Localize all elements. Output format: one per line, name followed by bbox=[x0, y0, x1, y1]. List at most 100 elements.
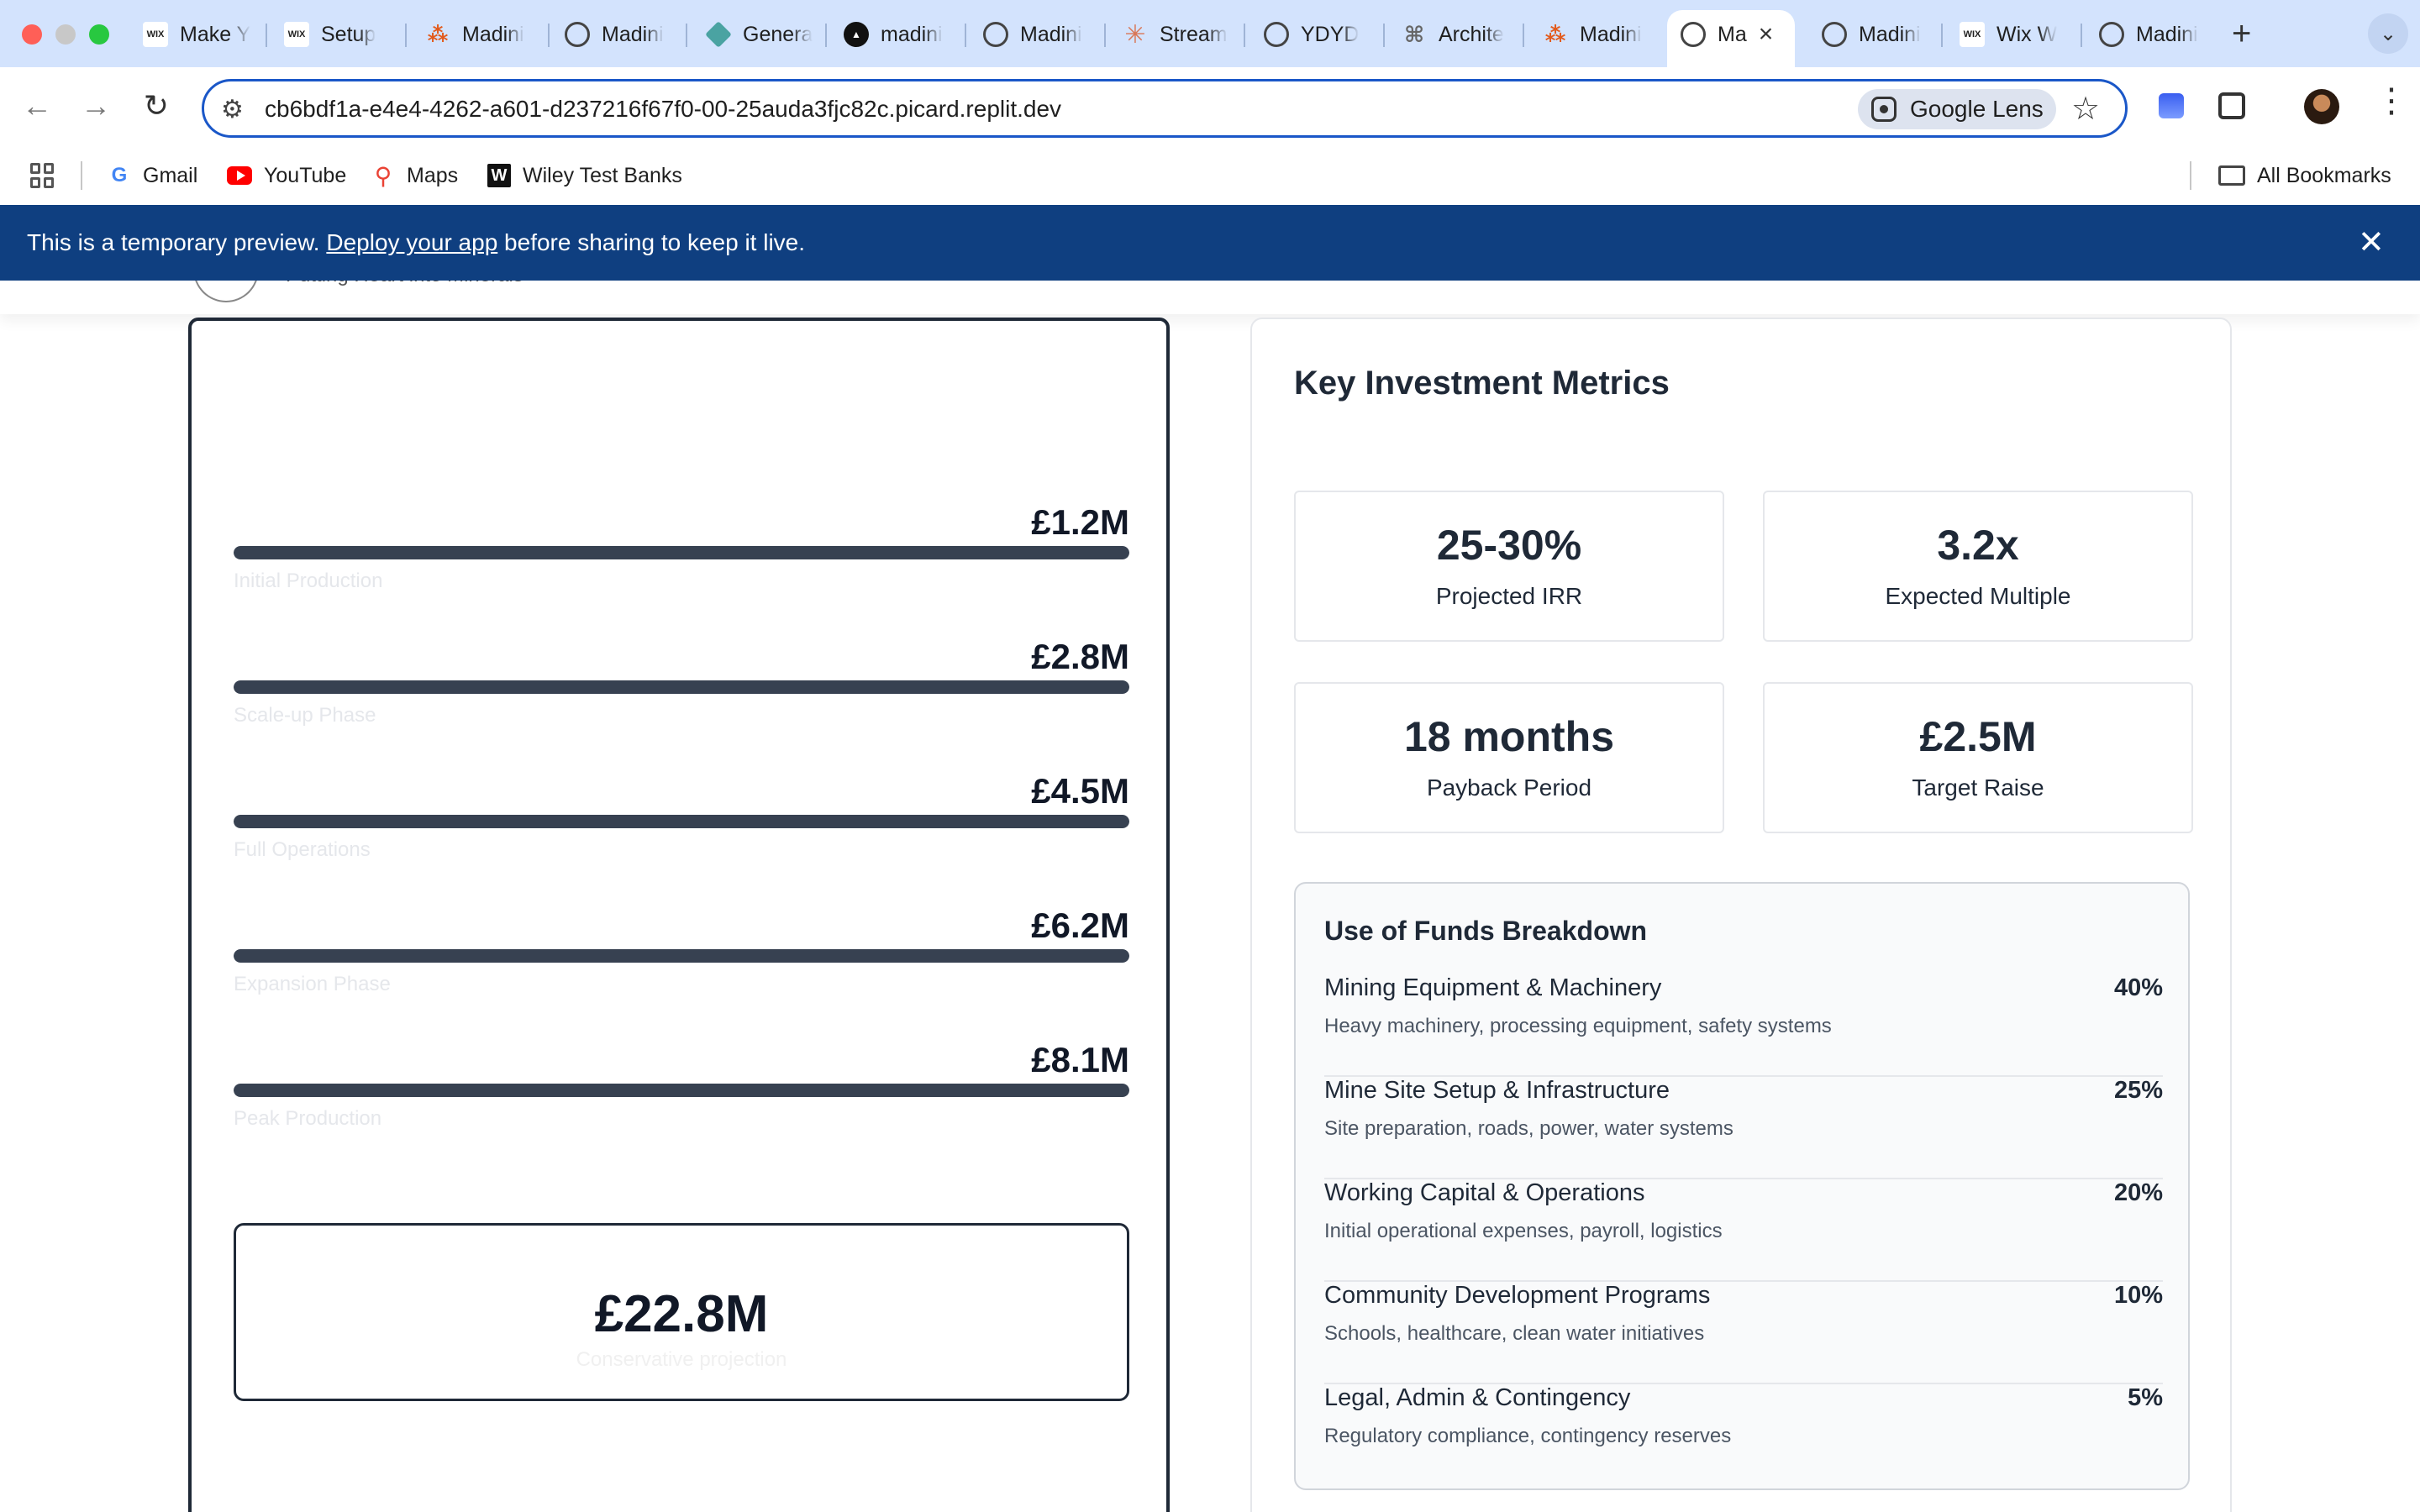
bookmark-divider bbox=[81, 161, 82, 190]
bookmark-maps[interactable]: ⚲ Maps bbox=[371, 160, 458, 192]
fund-percent: 25% bbox=[2113, 1077, 2163, 1104]
fund-percent: 10% bbox=[2113, 1282, 2163, 1309]
profile-avatar[interactable] bbox=[2304, 89, 2339, 124]
tab-search-chevron-icon[interactable]: ⌄ bbox=[2368, 13, 2408, 54]
bookmark-wiley[interactable]: W Wiley Test Banks bbox=[487, 160, 682, 192]
fund-description: Site preparation, roads, power, water sy… bbox=[1324, 1117, 1733, 1140]
tab-close-icon[interactable]: × bbox=[1759, 20, 1774, 49]
window-minimize-button[interactable] bbox=[55, 24, 76, 45]
projection-row: £2.8M Scale-up Phase bbox=[234, 637, 1129, 763]
tab-12[interactable]: Madini bbox=[1813, 15, 1939, 54]
deploy-link[interactable]: Deploy your app bbox=[326, 229, 497, 255]
globe-icon bbox=[1264, 22, 1289, 47]
fund-description: Initial operational expenses, payroll, l… bbox=[1324, 1220, 1723, 1242]
tab-1[interactable]: WIX Setup bbox=[276, 15, 402, 54]
reload-icon[interactable]: ↻ bbox=[138, 87, 175, 124]
wix-icon: WIX bbox=[284, 22, 309, 47]
extensions-puzzle-icon[interactable] bbox=[2213, 87, 2250, 124]
bookmark-label: Gmail bbox=[143, 163, 198, 187]
fund-percent: 40% bbox=[2113, 974, 2163, 1001]
metric-value: 3.2x bbox=[1937, 522, 2019, 569]
url-text[interactable]: cb6bdf1a-e4e4-4262-a601-d237216f67f0-00-… bbox=[265, 96, 1061, 123]
preview-banner: This is a temporary preview. Deploy your… bbox=[0, 205, 2420, 281]
tab-separator bbox=[1104, 24, 1106, 47]
forward-arrow-icon[interactable]: → bbox=[77, 87, 114, 124]
all-bookmarks[interactable]: All Bookmarks bbox=[2218, 160, 2391, 192]
projection-bar-fill bbox=[234, 815, 1129, 828]
tab-11-active[interactable]: Ma × bbox=[1672, 15, 1793, 54]
total-projection-box: £22.8M Conservative projection bbox=[234, 1223, 1129, 1401]
lens-camera-icon bbox=[1871, 97, 1897, 122]
fund-item: Community Development Programs 10% Schoo… bbox=[1324, 1282, 2163, 1384]
metric-tile: 3.2x Expected Multiple bbox=[1763, 491, 2193, 642]
fund-name: Legal, Admin & Contingency bbox=[1324, 1384, 1631, 1411]
tab-label: Setup bbox=[321, 22, 376, 46]
tab-0[interactable]: WIX Make Y bbox=[134, 15, 260, 54]
google-icon: G bbox=[111, 164, 128, 186]
fund-percent: 5% bbox=[2128, 1384, 2163, 1411]
bookmark-gmail[interactable]: G Gmail bbox=[108, 160, 198, 192]
tab-label: Stream bbox=[1160, 22, 1228, 46]
metric-value: 25-30% bbox=[1436, 522, 1582, 569]
tab-label: Genera bbox=[743, 22, 813, 46]
new-tab-button[interactable]: + bbox=[2232, 15, 2251, 53]
tab-3[interactable]: Madini bbox=[556, 15, 682, 54]
google-lens-button[interactable]: Google Lens bbox=[1858, 89, 2056, 129]
fund-name: Mining Equipment & Machinery bbox=[1324, 974, 1662, 1001]
tab-label: Madini bbox=[462, 22, 524, 46]
tab-9[interactable]: ⌘ Archite bbox=[1393, 15, 1521, 54]
browser-menu-icon[interactable]: ⋮ bbox=[2375, 84, 2408, 118]
metric-label: Target Raise bbox=[1912, 774, 2044, 801]
tab-13[interactable]: WIX Wix W bbox=[1951, 15, 2079, 54]
tab-8[interactable]: YDYD bbox=[1255, 15, 1381, 54]
fund-item: Mining Equipment & Machinery 40% Heavy m… bbox=[1324, 974, 2163, 1077]
bookmark-youtube[interactable]: YouTube bbox=[227, 160, 346, 192]
lens-label: Google Lens bbox=[1910, 96, 2044, 122]
tab-2[interactable]: ⁂ Madini bbox=[417, 15, 544, 54]
total-projection-value: £22.8M bbox=[594, 1285, 769, 1343]
tab-6[interactable]: Madini bbox=[975, 15, 1101, 54]
bookmark-star-icon[interactable]: ☆ bbox=[2071, 90, 2100, 128]
globe-icon bbox=[983, 22, 1008, 47]
tab-10[interactable]: ⁂ Madini bbox=[1534, 15, 1660, 54]
site-logo[interactable] bbox=[193, 281, 259, 302]
address-bar[interactable]: ⚙ cb6bdf1a-e4e4-4262-a601-d237216f67f0-0… bbox=[202, 79, 2128, 138]
metric-label: Expected Multiple bbox=[1885, 583, 2071, 609]
extension-icon[interactable] bbox=[2153, 87, 2190, 124]
tab-separator bbox=[1941, 24, 1943, 47]
tab-strip: WIX Make Y WIX Setup ⁂ Madini Madini Gen… bbox=[0, 0, 2420, 67]
window-maximize-button[interactable] bbox=[89, 24, 109, 45]
wix-icon: WIX bbox=[143, 22, 168, 47]
banner-prefix: This is a temporary preview. bbox=[27, 229, 320, 255]
projection-label: Initial Production bbox=[234, 570, 383, 592]
bookmark-label: YouTube bbox=[264, 163, 347, 187]
metric-tile: £2.5M Target Raise bbox=[1763, 682, 2193, 833]
banner-close-icon[interactable]: ✕ bbox=[2358, 223, 2385, 261]
metric-label: Projected IRR bbox=[1435, 583, 1583, 609]
projection-row: £4.5M Full Operations bbox=[234, 771, 1129, 897]
metric-value: 18 months bbox=[1403, 713, 1615, 760]
tab-7[interactable]: ✳ Stream bbox=[1114, 15, 1242, 54]
tab-5[interactable]: ▲ madini bbox=[835, 15, 963, 54]
projection-label: Full Operations bbox=[234, 838, 371, 861]
tab-label: Ma bbox=[1718, 22, 1747, 46]
folder-icon bbox=[2218, 165, 2245, 186]
metric-tile: 25-30% Projected IRR bbox=[1294, 491, 1724, 642]
tab-4[interactable]: Genera bbox=[697, 15, 823, 54]
tab-separator bbox=[686, 24, 687, 47]
metric-value: £2.5M bbox=[1919, 713, 2037, 760]
site-settings-icon[interactable]: ⚙ bbox=[221, 95, 244, 124]
tab-separator bbox=[548, 24, 550, 47]
tab-label: Madini bbox=[1580, 22, 1642, 46]
projection-label: Scale-up Phase bbox=[234, 704, 376, 727]
bookmark-label: Wiley Test Banks bbox=[523, 163, 682, 187]
back-arrow-icon[interactable]: ← bbox=[18, 87, 55, 124]
projection-row: £8.1M Peak Production bbox=[234, 1040, 1129, 1166]
tab-label: Madini bbox=[602, 22, 664, 46]
fund-name: Working Capital & Operations bbox=[1324, 1179, 1645, 1206]
apps-grid-icon[interactable] bbox=[30, 163, 55, 188]
projection-bar-fill bbox=[234, 546, 1129, 559]
tab-14[interactable]: Madini bbox=[2091, 15, 2217, 54]
black-triangle-icon: ▲ bbox=[844, 22, 869, 47]
window-close-button[interactable] bbox=[22, 24, 42, 45]
